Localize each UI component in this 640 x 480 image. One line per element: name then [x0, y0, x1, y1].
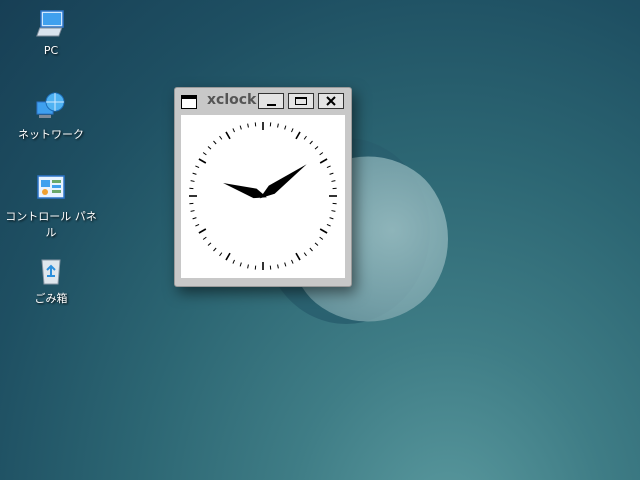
- clock-minute-tick: [247, 264, 249, 269]
- window-titlebar[interactable]: xclock: [175, 88, 351, 114]
- clock-minute-tick: [309, 247, 313, 252]
- clock-minute-tick: [303, 252, 307, 257]
- clock-minute-tick: [331, 210, 336, 212]
- desktop-icon-recycle-bin[interactable]: ごみ箱: [3, 254, 99, 306]
- clock-minute-tick: [284, 125, 287, 130]
- clock-hour-tick: [319, 158, 328, 164]
- xclock-window[interactable]: xclock: [174, 87, 352, 287]
- clock-hour-tick: [198, 158, 207, 164]
- desktop-icon-label: コントロール パネル: [5, 210, 97, 239]
- clock-minute-tick: [195, 224, 200, 227]
- clock-minute-hand: [223, 183, 267, 199]
- clock-minute-tick: [213, 140, 217, 145]
- minimize-button[interactable]: [258, 93, 284, 109]
- clock-minute-tick: [213, 247, 217, 252]
- clock-hour-tick: [295, 252, 301, 261]
- clock-minute-tick: [277, 123, 279, 128]
- close-button[interactable]: [318, 93, 344, 109]
- desktop-icon-label: ネットワーク: [18, 128, 84, 141]
- clock-minute-tick: [219, 135, 223, 140]
- clock-minute-tick: [329, 172, 334, 175]
- clock-minute-tick: [239, 262, 242, 267]
- control-panel-icon: [37, 175, 65, 199]
- analog-clock: [189, 122, 337, 270]
- minimize-icon: [267, 104, 276, 106]
- close-icon: [326, 96, 336, 106]
- clock-minute-tick: [309, 140, 313, 145]
- clock-minute-tick: [239, 125, 242, 130]
- clock-minute-tick: [190, 180, 195, 182]
- clock-minute-tick: [291, 259, 294, 264]
- clock-hour-tick: [225, 252, 231, 261]
- clock-minute-tick: [331, 180, 336, 182]
- clock-minute-tick: [202, 236, 207, 240]
- clock-minute-tick: [232, 259, 235, 264]
- clock-minute-tick: [195, 165, 200, 168]
- clock-minute-tick: [314, 242, 319, 246]
- clock-hour-tick: [198, 228, 207, 234]
- clock-minute-tick: [303, 135, 307, 140]
- desktop-icon-network[interactable]: ネットワーク: [3, 90, 99, 142]
- clock-minute-tick: [319, 236, 324, 240]
- desktop-icon-pc[interactable]: PC: [3, 8, 99, 57]
- clock-minute-tick: [192, 217, 197, 220]
- desktop-icon-control-panel[interactable]: コントロール パネル: [3, 172, 99, 240]
- window-menu-icon[interactable]: [181, 95, 197, 109]
- clock-minute-tick: [219, 252, 223, 257]
- maximize-icon: [295, 97, 307, 105]
- computer-icon: [36, 10, 64, 37]
- clock-hour-tick: [295, 131, 301, 140]
- clock-minute-tick: [277, 264, 279, 269]
- maximize-button[interactable]: [288, 93, 314, 109]
- window-title: xclock: [207, 92, 257, 108]
- clock-minute-tick: [319, 152, 324, 156]
- clock-minute-tick: [232, 128, 235, 133]
- clock-minute-tick: [190, 210, 195, 212]
- recycle-bin-icon: [41, 259, 61, 285]
- clock-face: [181, 115, 345, 278]
- clock-minute-tick: [207, 146, 212, 150]
- clock-hour-hand: [259, 164, 307, 199]
- clock-hour-tick: [225, 131, 231, 140]
- clock-minute-tick: [326, 224, 331, 227]
- clock-minute-tick: [207, 242, 212, 246]
- clock-hour-tick: [319, 228, 328, 234]
- clock-minute-tick: [314, 146, 319, 150]
- clock-minute-tick: [284, 262, 287, 267]
- desktop-icon-label: PC: [43, 44, 59, 57]
- clock-minute-tick: [326, 165, 331, 168]
- clock-minute-tick: [329, 217, 334, 220]
- clock-minute-tick: [192, 172, 197, 175]
- network-icon: [36, 92, 65, 118]
- clock-minute-tick: [202, 152, 207, 156]
- clock-minute-tick: [247, 123, 249, 128]
- clock-minute-tick: [291, 128, 294, 133]
- desktop-icon-label: ごみ箱: [34, 292, 68, 305]
